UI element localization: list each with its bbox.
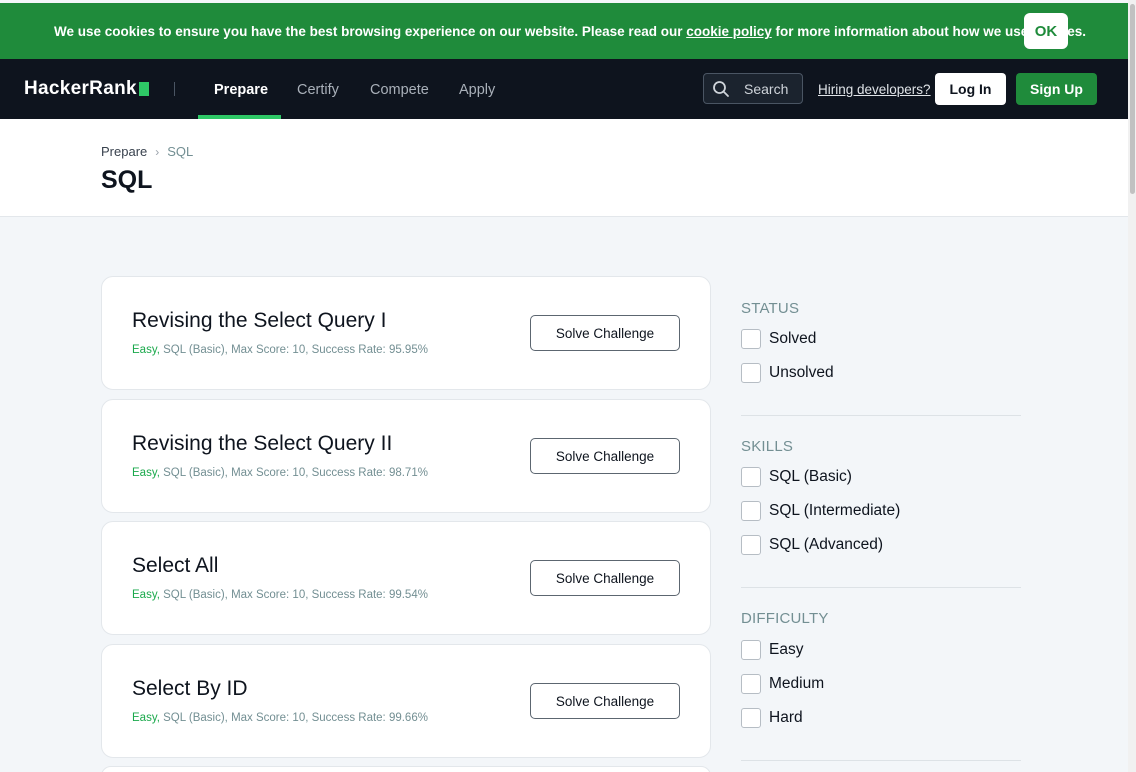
- skills-filter-heading: SKILLS: [741, 438, 794, 455]
- filter-label: Medium: [769, 675, 825, 692]
- checkbox[interactable]: [741, 640, 761, 660]
- logo-mark-icon: [138, 82, 149, 96]
- challenge-meta: Easy, SQL (Basic), Max Score: 10, Succes…: [132, 344, 428, 356]
- nav-divider: [174, 82, 175, 96]
- page-title: SQL: [101, 166, 153, 194]
- challenge-title[interactable]: Select All: [132, 554, 218, 578]
- cookie-banner: We use cookies to ensure you have the be…: [0, 3, 1128, 59]
- checkbox[interactable]: [741, 535, 761, 555]
- page-header: Prepare › SQL SQL: [0, 119, 1128, 217]
- search-label: Search: [744, 80, 789, 97]
- challenge-title[interactable]: Revising the Select Query II: [132, 432, 392, 456]
- signup-button[interactable]: Sign Up: [1016, 73, 1097, 105]
- difficulty-label: Easy,: [132, 344, 160, 356]
- logo-text: HackerRank: [24, 78, 137, 99]
- cookie-policy-link[interactable]: cookie policy: [686, 24, 772, 39]
- difficulty-label: Easy,: [132, 589, 160, 601]
- hackerrank-logo[interactable]: HackerRank: [24, 78, 149, 100]
- challenge-card[interactable]: Revising the Select Query I Easy, SQL (B…: [101, 276, 711, 390]
- checkbox[interactable]: [741, 329, 761, 349]
- difficulty-filter-heading: DIFFICULTY: [741, 610, 829, 627]
- filter-solved[interactable]: Solved: [741, 329, 816, 349]
- checkbox[interactable]: [741, 708, 761, 728]
- checkbox[interactable]: [741, 467, 761, 487]
- challenge-meta: Easy, SQL (Basic), Max Score: 10, Succes…: [132, 589, 428, 601]
- challenge-card[interactable]: Revising the Select Query II Easy, SQL (…: [101, 399, 711, 513]
- checkbox[interactable]: [741, 363, 761, 383]
- filter-label: Hard: [769, 709, 803, 726]
- challenge-card[interactable]: Select All Easy, SQL (Basic), Max Score:…: [101, 521, 711, 635]
- filter-easy[interactable]: Easy: [741, 640, 803, 660]
- challenge-card-partial[interactable]: [101, 766, 711, 772]
- cookie-text-before: We use cookies to ensure you have the be…: [54, 24, 687, 39]
- scrollbar-thumb[interactable]: [1130, 4, 1135, 194]
- filter-divider: [741, 760, 1021, 761]
- solve-challenge-button[interactable]: Solve Challenge: [530, 315, 680, 351]
- search-icon: [713, 80, 729, 97]
- filter-sql-basic[interactable]: SQL (Basic): [741, 467, 852, 487]
- challenge-meta: Easy, SQL (Basic), Max Score: 10, Succes…: [132, 467, 428, 479]
- filter-label: Solved: [769, 330, 817, 347]
- filter-unsolved[interactable]: Unsolved: [741, 363, 834, 383]
- chevron-right-icon: ›: [155, 144, 160, 159]
- filter-medium[interactable]: Medium: [741, 674, 824, 694]
- solve-challenge-button[interactable]: Solve Challenge: [530, 438, 680, 474]
- challenge-details: SQL (Basic), Max Score: 10, Success Rate…: [159, 589, 428, 601]
- filter-label: SQL (Advanced): [769, 536, 884, 553]
- search-button[interactable]: Search: [703, 73, 803, 104]
- hiring-developers-link[interactable]: Hiring developers?: [818, 82, 931, 97]
- challenge-title[interactable]: Revising the Select Query I: [132, 309, 386, 333]
- filter-divider: [741, 587, 1021, 588]
- breadcrumb-prepare[interactable]: Prepare: [101, 144, 147, 159]
- checkbox[interactable]: [741, 674, 761, 694]
- login-button[interactable]: Log In: [935, 73, 1006, 105]
- filter-divider: [741, 415, 1021, 416]
- top-nav: HackerRank Prepare Certify Compete Apply…: [0, 59, 1128, 119]
- nav-link-certify[interactable]: Certify: [297, 82, 339, 98]
- challenge-meta: Easy, SQL (Basic), Max Score: 10, Succes…: [132, 712, 428, 724]
- difficulty-label: Easy,: [132, 712, 160, 724]
- challenge-details: SQL (Basic), Max Score: 10, Success Rate…: [159, 467, 428, 479]
- filter-hard[interactable]: Hard: [741, 708, 803, 728]
- challenge-details: SQL (Basic), Max Score: 10, Success Rate…: [159, 344, 428, 356]
- difficulty-label: Easy,: [132, 467, 160, 479]
- solve-challenge-button[interactable]: Solve Challenge: [530, 683, 680, 719]
- checkbox[interactable]: [741, 501, 761, 521]
- filter-sql-advanced[interactable]: SQL (Advanced): [741, 535, 883, 555]
- solve-challenge-button[interactable]: Solve Challenge: [530, 560, 680, 596]
- challenge-details: SQL (Basic), Max Score: 10, Success Rate…: [159, 712, 428, 724]
- breadcrumb: Prepare › SQL: [101, 144, 193, 159]
- challenge-title[interactable]: Select By ID: [132, 677, 248, 701]
- status-filter-heading: STATUS: [741, 300, 800, 317]
- cookie-ok-button[interactable]: OK: [1024, 13, 1068, 49]
- breadcrumb-sql: SQL: [167, 144, 194, 159]
- nav-link-prepare[interactable]: Prepare: [214, 82, 268, 98]
- nav-link-apply[interactable]: Apply: [459, 82, 495, 98]
- filter-label: Easy: [769, 641, 804, 658]
- nav-link-compete[interactable]: Compete: [370, 82, 429, 98]
- challenge-card[interactable]: Select By ID Easy, SQL (Basic), Max Scor…: [101, 644, 711, 758]
- filter-label: SQL (Intermediate): [769, 502, 901, 519]
- cookie-message: We use cookies to ensure you have the be…: [54, 24, 1086, 39]
- filter-label: SQL (Basic): [769, 468, 852, 485]
- filter-label: Unsolved: [769, 364, 834, 381]
- filter-sql-intermediate[interactable]: SQL (Intermediate): [741, 501, 900, 521]
